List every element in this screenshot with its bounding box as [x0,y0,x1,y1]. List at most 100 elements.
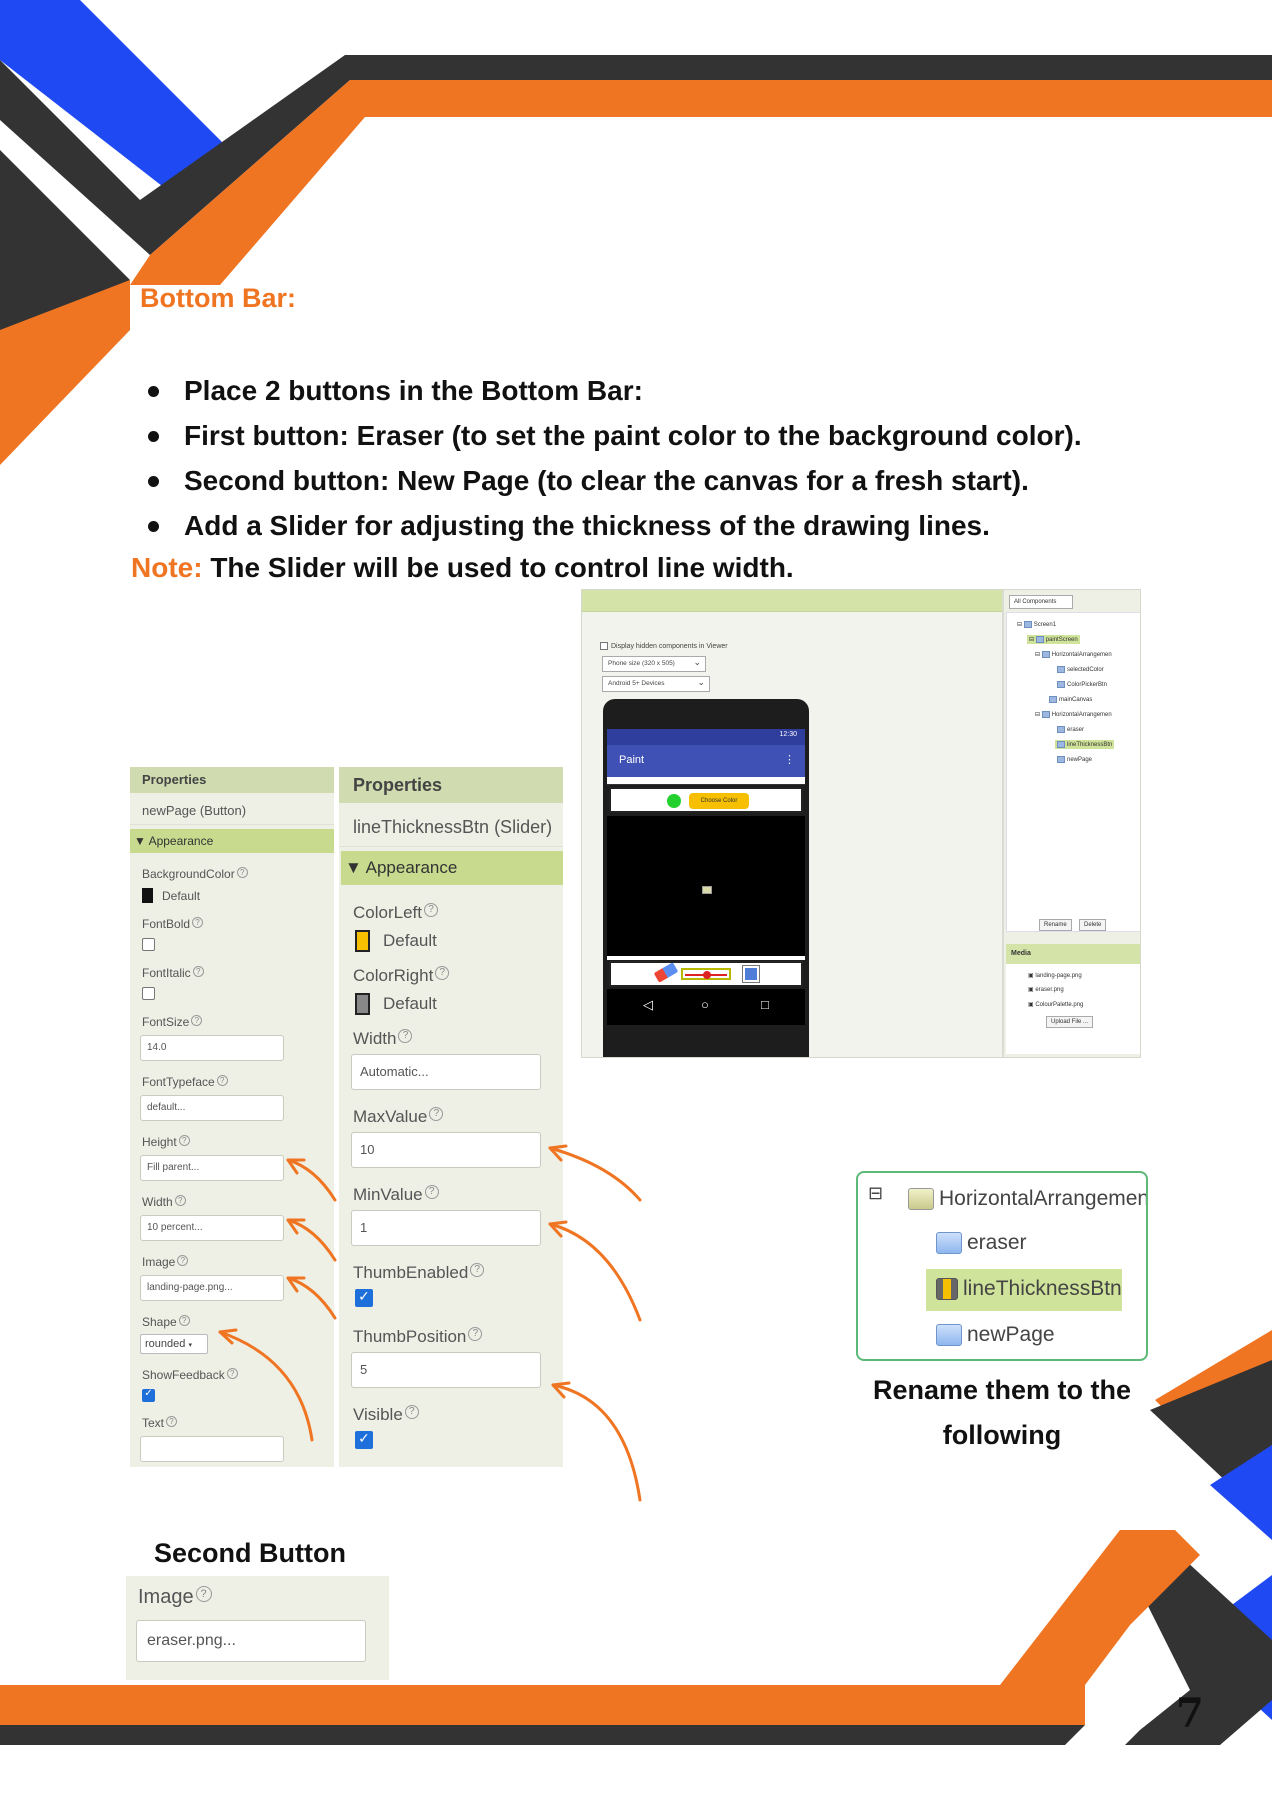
fonttypeface-input[interactable]: default... [140,1095,284,1121]
upload-file-button[interactable]: Upload File ... [1046,1016,1094,1028]
rename-components-box: ⊟ HorizontalArrangemen eraser lineThickn… [856,1171,1148,1361]
tree-item-screen1[interactable]: ⊟ Screen1 [1017,621,1056,628]
help-icon[interactable]: ? [216,1075,228,1086]
tree-item-linethickness[interactable]: lineThicknessBtn [936,1277,1122,1301]
media-item[interactable]: ▣ ColourPalette.png [1028,1001,1083,1008]
rename-button[interactable]: Rename [1039,919,1072,931]
property-label: MaxValue? [353,1107,444,1127]
tree-item-horizontal[interactable]: HorizontalArrangemen [908,1187,1146,1211]
arrow-maxvalue [548,1146,642,1202]
help-icon[interactable]: ? [226,1368,238,1379]
help-icon[interactable]: ? [192,966,204,977]
media-header: Media [1006,944,1140,964]
media-item[interactable]: ▣ eraser.png [1028,986,1064,993]
shape-select[interactable]: rounded ▾ [140,1334,208,1354]
dark-stripe-right [1150,1360,1272,1485]
help-icon[interactable]: ? [191,1015,203,1026]
fontitalic-checkbox[interactable] [142,987,155,1000]
width-input[interactable]: 10 percent... [140,1215,284,1241]
help-icon[interactable]: ? [236,867,248,878]
canvas-icon [1049,696,1057,703]
property-label: Text? [142,1416,178,1430]
help-icon[interactable]: ? [468,1327,483,1341]
component-tree: ⊟ Screen1 ⊟ paintScreen ⊟ HorizontalArra… [1006,612,1140,932]
help-icon[interactable]: ? [423,903,438,917]
orange-stripe-top [130,80,1272,285]
tree-item-eraser[interactable]: eraser [1057,726,1084,733]
components-dropdown[interactable]: All Components [1009,595,1073,609]
tree-item-linethickness[interactable]: lineThicknessBtn [1055,740,1115,750]
visible-checkbox[interactable] [355,1430,373,1449]
list-item: Second button: New Page (to clear the ca… [148,458,1082,503]
height-input[interactable]: Fill parent... [140,1155,284,1181]
eraser-icon[interactable] [653,962,679,983]
help-icon[interactable]: ? [470,1263,485,1277]
property-label: ColorLeft? [353,903,438,923]
help-icon[interactable]: ? [429,1107,444,1121]
recent-apps-icon[interactable]: □ [761,997,769,1012]
help-icon[interactable]: ? [178,1315,190,1326]
media-item[interactable]: ▣ landing-page.png [1028,972,1082,979]
tree-item-newpage[interactable]: newPage [936,1323,1055,1347]
help-icon[interactable]: ? [177,1255,189,1266]
phone-size-select[interactable]: Phone size (320 x 505) [602,655,706,672]
tree-item-maincanvas[interactable]: mainCanvas [1049,696,1092,703]
minvalue-input[interactable]: 1 [351,1210,541,1246]
hidden-components-checkbox[interactable]: Display hidden components in Viewer [600,642,728,650]
arrangement-icon [908,1188,934,1211]
tree-item-horizontal-2[interactable]: ⊟ HorizontalArrangemen [1035,711,1112,718]
width-input[interactable]: Automatic... [351,1054,541,1090]
orange-stripe-right [1155,1330,1272,1435]
help-icon[interactable]: ? [404,1405,419,1419]
button-properties-panel: Properties newPage (Button) ▼ Appearance… [130,767,334,1467]
property-label: ShowFeedback? [142,1368,238,1382]
maxvalue-input[interactable]: 10 [351,1132,541,1168]
arrangement-icon [1041,711,1050,718]
arrangement-icon [1035,636,1044,643]
appearance-section[interactable]: ▼ Appearance [130,829,334,853]
appearance-section[interactable]: ▼ Appearance [341,851,563,885]
tree-item-selectedcolor[interactable]: selectedColor [1057,666,1104,673]
dark-stripe-top [0,55,1272,255]
help-icon[interactable]: ? [398,1029,413,1043]
help-icon[interactable]: ? [435,966,450,980]
main-canvas[interactable] [607,816,805,956]
new-page-icon[interactable] [742,965,760,983]
button-icon [936,1324,962,1347]
choose-color-button[interactable]: Choose Color [689,793,749,809]
overflow-menu-icon[interactable]: ⋮ [784,753,795,766]
home-icon[interactable]: ○ [701,997,709,1012]
slider-icon[interactable] [681,968,731,980]
tree-item-eraser[interactable]: eraser [936,1231,1027,1255]
image-input[interactable]: landing-page.png... [140,1275,284,1301]
component-icon [1057,681,1065,688]
tree-item-horizontal-1[interactable]: ⊟ HorizontalArrangemen [1035,651,1112,658]
delete-button[interactable]: Delete [1079,919,1107,931]
thumbposition-input[interactable]: 5 [351,1352,541,1388]
text-input[interactable] [140,1436,284,1462]
help-icon[interactable]: ? [166,1416,178,1427]
tree-item-paintscreen[interactable]: ⊟ paintScreen [1027,635,1080,645]
back-icon[interactable]: ◁ [643,997,653,1013]
tree-item-colorpicker[interactable]: ColorPickerBtn [1057,681,1107,688]
checkbox[interactable] [600,642,608,650]
showfeedback-checkbox[interactable] [142,1388,155,1402]
fontbold-checkbox[interactable] [142,938,155,951]
dark-stripe-bottom-bar [0,1725,1085,1745]
slider-thumb [703,971,711,979]
color-swatch[interactable] [355,930,370,952]
device-select[interactable]: Android 5+ Devices [602,675,710,692]
help-icon[interactable]: ? [178,1135,190,1146]
help-icon[interactable]: ? [174,1195,186,1206]
second-button-image-property: Image? eraser.png... [126,1576,389,1680]
help-icon[interactable]: ? [195,1586,212,1602]
fontsize-input[interactable]: 14.0 [140,1035,284,1061]
help-icon[interactable]: ? [192,917,204,928]
color-swatch[interactable] [355,993,370,1015]
collapse-icon[interactable]: ⊟ [868,1183,883,1204]
image-input[interactable]: eraser.png... [136,1620,366,1662]
tree-item-newpage[interactable]: newPage [1057,756,1092,763]
help-icon[interactable]: ? [424,1185,439,1199]
color-swatch[interactable] [142,888,153,903]
thumbenabled-checkbox[interactable] [355,1288,373,1307]
